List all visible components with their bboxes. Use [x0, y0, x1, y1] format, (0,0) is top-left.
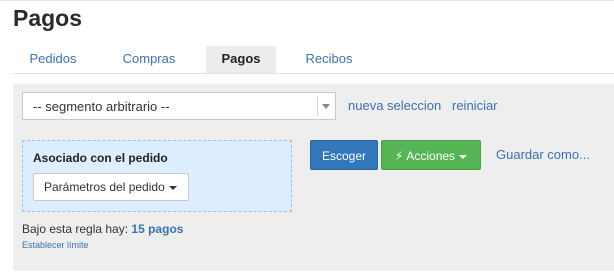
tab-recibos[interactable]: Recibos	[290, 46, 368, 73]
chevron-down-icon	[322, 104, 330, 109]
order-params-dropdown[interactable]: Parámetros del pedido	[33, 173, 189, 201]
caret-down-icon	[168, 185, 177, 190]
filter-panel: -- segmento arbitrario -- nueva seleccio…	[13, 84, 614, 271]
set-limit-link[interactable]: Establecer límite	[22, 240, 89, 250]
segment-select[interactable]: -- segmento arbitrario --	[22, 92, 336, 120]
restart-link[interactable]: reiniciar	[452, 98, 498, 113]
segment-select-value: -- segmento arbitrario --	[33, 99, 170, 114]
tab-pagos[interactable]: Pagos	[206, 46, 276, 73]
order-params-label: Parámetros del pedido	[44, 180, 165, 194]
criteria-box: Asociado con el pedido Parámetros del pe…	[22, 140, 292, 212]
save-as-link[interactable]: Guardar como...	[496, 147, 590, 162]
tab-bar: Pedidos Compras Pagos Recibos	[13, 46, 614, 74]
caret-down-icon	[459, 154, 468, 159]
top-divider	[0, 0, 614, 1]
actions-button-label: Acciones	[406, 149, 456, 163]
criteria-title: Asociado con el pedido	[33, 151, 168, 165]
rule-count-value[interactable]: 15 pagos	[131, 222, 183, 236]
rule-count-line: Bajo esta regla hay: 15 pagos	[22, 222, 183, 236]
page-title: Pagos	[13, 5, 83, 31]
select-divider	[317, 96, 318, 116]
rule-count-prefix: Bajo esta regla hay:	[22, 222, 129, 236]
bolt-icon: ⚡	[394, 149, 404, 163]
tab-compras[interactable]: Compras	[109, 46, 189, 73]
actions-button[interactable]: ⚡ Acciones	[381, 140, 481, 170]
choose-button[interactable]: Escoger	[310, 140, 378, 170]
new-selection-link[interactable]: nueva seleccion	[348, 98, 441, 113]
tab-pedidos[interactable]: Pedidos	[13, 46, 93, 73]
